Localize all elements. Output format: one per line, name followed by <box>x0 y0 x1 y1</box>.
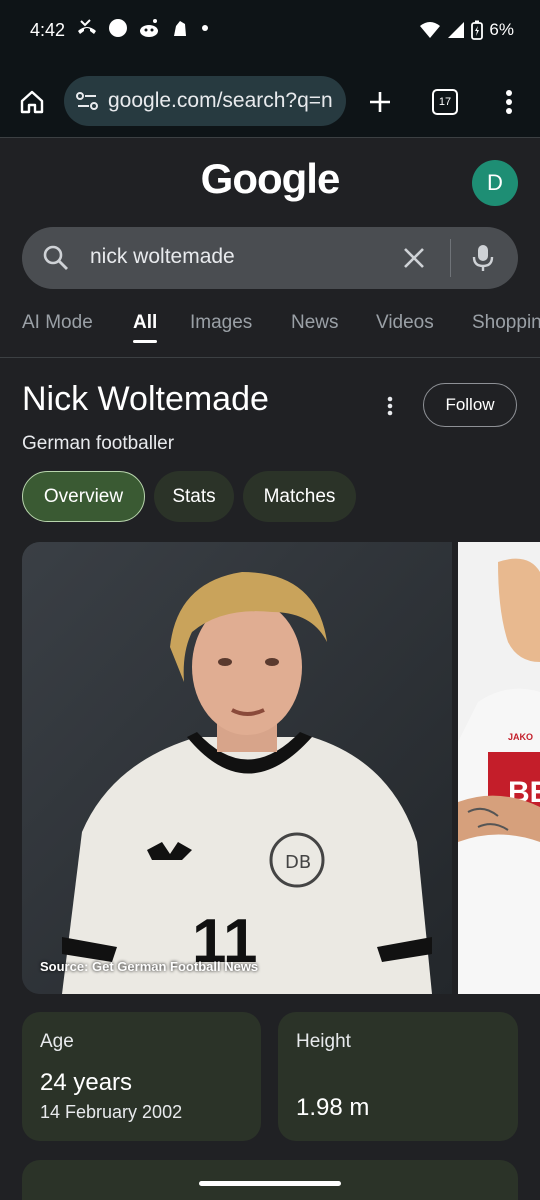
search-divider <box>450 239 451 277</box>
chip-stats[interactable]: Stats <box>154 471 234 522</box>
svg-text:DB: DB <box>285 852 311 873</box>
player-photo-secondary: BE JAKO <box>458 542 540 994</box>
premier-league-icon <box>174 21 186 36</box>
tab-shopping[interactable]: Shopping <box>472 312 540 334</box>
entity-more-button[interactable] <box>380 394 400 418</box>
tab-switcher-button[interactable]: 17 <box>432 89 458 115</box>
address-bar[interactable]: google.com/search?q=n <box>64 76 346 126</box>
brand-text: JAKO <box>508 732 533 742</box>
plus-icon <box>370 92 390 112</box>
browser-toolbar: google.com/search?q=n 17 <box>0 64 540 138</box>
google-logo[interactable]: Google <box>0 155 540 203</box>
mic-icon[interactable] <box>470 243 496 273</box>
chip-overview[interactable]: Overview <box>22 471 145 522</box>
search-icon <box>43 245 68 270</box>
battery-percent: 6% <box>489 20 514 39</box>
birth-date: 14 February 2002 <box>40 1102 183 1122</box>
active-tab-indicator <box>133 340 157 343</box>
player-image-secondary[interactable]: BE JAKO <box>458 542 540 994</box>
gesture-bar[interactable] <box>199 1181 341 1186</box>
player-image[interactable]: DB 11 Source: Get German Football News <box>22 542 452 994</box>
height-value: 1.98 m <box>296 1094 370 1121</box>
status-time: 4:42 <box>30 20 66 40</box>
site-settings-icon <box>76 92 98 110</box>
circle-icon <box>109 19 127 37</box>
age-label: Age <box>40 1031 74 1052</box>
player-photo: DB 11 <box>22 542 452 994</box>
home-icon <box>20 90 44 114</box>
tab-news[interactable]: News <box>291 312 339 334</box>
search-tabs: AI Mode All Images News Videos Shopping <box>0 300 540 358</box>
missed-call-icon <box>78 19 96 34</box>
status-bar: 4:42 6% <box>0 0 540 64</box>
tab-ai-mode[interactable]: AI Mode <box>22 312 93 334</box>
tab-videos[interactable]: Videos <box>376 312 434 334</box>
tab-all[interactable]: All <box>133 312 157 334</box>
notification-icons <box>76 18 210 38</box>
account-avatar[interactable]: D <box>472 160 518 206</box>
image-source: Source: Get German Football News <box>40 959 259 974</box>
new-tab-button[interactable] <box>362 84 398 120</box>
reddit-icon <box>140 19 158 37</box>
home-button[interactable] <box>14 84 50 120</box>
battery-charging-icon <box>471 20 484 40</box>
signal-icon <box>448 22 465 38</box>
status-right: 6% <box>419 20 514 40</box>
more-vert-icon <box>506 90 512 114</box>
height-card[interactable]: Height 1.98 m <box>278 1012 518 1141</box>
chip-matches[interactable]: Matches <box>243 471 356 522</box>
height-label: Height <box>296 1031 351 1052</box>
search-box[interactable]: nick woltemade <box>22 227 518 289</box>
wifi-icon <box>420 22 441 38</box>
age-card[interactable]: Age 24 years 14 February 2002 <box>22 1012 261 1141</box>
dot-icon <box>202 25 208 31</box>
follow-button[interactable]: Follow <box>423 383 517 427</box>
url-text: google.com/search?q=n <box>108 89 333 112</box>
entity-description: German footballer <box>22 433 175 454</box>
next-card <box>22 1160 518 1200</box>
entity-title: Nick Woltemade <box>22 380 269 418</box>
clear-icon[interactable] <box>400 244 428 272</box>
search-input[interactable]: nick woltemade <box>90 245 235 269</box>
tab-images[interactable]: Images <box>190 312 252 334</box>
browser-menu-button[interactable] <box>494 84 524 120</box>
more-vert-icon <box>387 396 393 416</box>
age-value: 24 years <box>40 1069 133 1096</box>
